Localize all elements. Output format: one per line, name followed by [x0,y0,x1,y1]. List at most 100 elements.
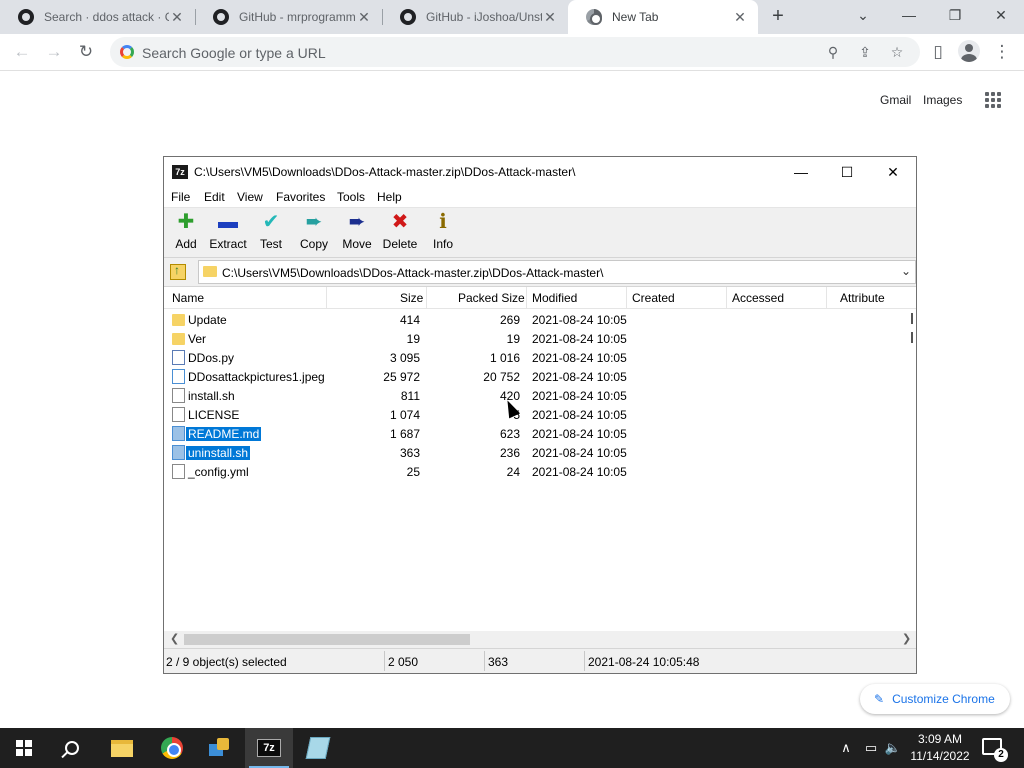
taskbar-7zip[interactable]: 7z [245,728,293,768]
status-packed-size: 363 [488,655,509,669]
extract-button[interactable]: ▬ Extract [206,210,250,256]
scroll-left-icon[interactable]: ❮ [170,632,179,645]
tab-search-dropdown-icon[interactable]: ⌄ [840,0,886,30]
start-button[interactable] [0,728,48,768]
table-row[interactable]: LICENSE 1 074 5 2021-08-24 10:05 [164,405,916,424]
chrome-icon [586,9,602,25]
minimize-button[interactable]: — [886,0,932,30]
minimize-button[interactable]: — [778,157,824,187]
sevenzip-toolbar: ✚ Add ▬ Extract ✔ Test ➨ Copy ➨ Move ✖ D… [164,208,916,258]
chrome-menu-icon[interactable]: ⋮ [990,40,1014,64]
close-icon[interactable]: ✕ [169,9,185,26]
close-window-button[interactable]: ✕ [978,0,1024,30]
tab-title: Search · ddos attack · G [44,10,169,24]
column-packed-size[interactable]: Packed Size [458,291,525,305]
table-row[interactable]: Update 414 269 2021-08-24 10:05 [164,310,916,329]
share-icon[interactable]: ⇪ [854,41,876,63]
scroll-right-icon[interactable]: ❯ [902,632,911,645]
tab-search-ddos[interactable]: Search · ddos attack · G ✕ [0,0,195,34]
file-list[interactable]: Name Size Packed Size Modified Created A… [164,286,916,631]
system-clock[interactable]: 3:09 AM 11/14/2022 [905,731,975,765]
profile-avatar[interactable] [958,40,980,62]
omnibox[interactable]: Search Google or type a URL ⚲ ⇪ ☆ [110,37,920,67]
forward-button[interactable]: → [42,40,66,64]
up-folder-icon[interactable] [170,263,186,280]
move-label: Move [342,237,372,251]
file-packed-size: 623 [499,427,520,441]
info-button[interactable]: ℹ Info [421,210,465,256]
taskbar-file-explorer[interactable] [98,728,146,768]
file-modified: 2021-08-24 10:05 [532,465,627,479]
column-accessed[interactable]: Accessed [732,291,784,305]
volume-icon[interactable]: 🔈 [882,728,904,768]
google-icon [120,45,134,59]
table-row-selected[interactable]: uninstall.sh 363 236 2021-08-24 10:05 [164,443,916,462]
path-combobox[interactable]: C:\Users\VM5\Downloads\DDos-Attack-maste… [198,260,916,284]
file-modified: 2021-08-24 10:05 [532,332,627,346]
extract-label: Extract [209,237,247,251]
menu-favorites[interactable]: Favorites [276,190,325,204]
horizontal-scrollbar[interactable]: ❮ ❯ [164,631,916,648]
reload-button[interactable]: ↻ [74,40,98,64]
zoom-icon[interactable]: ⚲ [822,41,844,63]
add-button[interactable]: ✚ Add [164,210,208,256]
table-row[interactable]: DDosattackpictures1.jpeg 25 972 20 752 2… [164,367,916,386]
column-created[interactable]: Created [632,291,675,305]
table-row[interactable]: install.sh 811 420 2021-08-24 10:05 [164,386,916,405]
column-size[interactable]: Size [400,291,423,305]
gmail-link[interactable]: Gmail [880,93,911,107]
folder-icon [203,266,217,277]
show-hidden-icons-chevron[interactable]: ∧ [836,728,856,768]
scrollbar-thumb[interactable] [184,634,470,645]
taskbar-search-button[interactable] [48,728,96,768]
column-modified[interactable]: Modified [532,291,577,305]
test-button[interactable]: ✔ Test [249,210,293,256]
menu-edit[interactable]: Edit [204,190,225,204]
pencil-icon: ✎ [874,692,885,706]
chevron-down-icon[interactable]: ⌄ [901,264,911,278]
close-icon[interactable]: ✕ [356,9,372,26]
menu-help[interactable]: Help [377,190,402,204]
taskbar-chrome[interactable] [148,728,196,768]
copy-button[interactable]: ➨ Copy [292,210,336,256]
tab-title: New Tab [612,10,659,24]
tab-github-mrprogramm[interactable]: GitHub - mrprogramm ✕ [195,0,382,34]
menu-tools[interactable]: Tools [337,190,365,204]
taskbar-tools-app[interactable] [196,728,244,768]
notepad-icon [305,737,331,759]
tab-new-tab[interactable]: New Tab ✕ [568,0,758,34]
new-tab-button[interactable]: + [766,5,790,29]
table-row[interactable]: _config.yml 25 24 2021-08-24 10:05 [164,462,916,481]
taskbar-notes-app[interactable] [294,728,342,768]
delete-button[interactable]: ✖ Delete [378,210,422,256]
close-icon[interactable]: ✕ [542,9,558,26]
bookmark-star-icon[interactable]: ☆ [886,41,908,63]
back-button[interactable]: ← [10,40,34,64]
close-button[interactable]: ✕ [870,157,916,187]
omnibox-placeholder: Search Google or type a URL [142,45,326,61]
github-icon [18,9,34,25]
tab-title: GitHub - mrprogramm [239,10,356,24]
customize-chrome-button[interactable]: ✎ Customize Chrome [860,684,1010,714]
file-packed-size: 20 752 [483,370,520,384]
table-row[interactable]: DDos.py 3 095 1 016 2021-08-24 10:05 [164,348,916,367]
restore-button[interactable]: ❐ [932,0,978,30]
menu-file[interactable]: File [171,190,190,204]
maximize-button[interactable]: ☐ [824,157,870,187]
status-modified: 2021-08-24 10:05:48 [588,655,700,669]
move-button[interactable]: ➨ Move [335,210,379,256]
side-panel-icon[interactable]: ▯ [926,40,950,64]
tab-github-ijoshoa[interactable]: GitHub - iJoshoa/Unst ✕ [382,0,568,34]
network-icon[interactable]: ▭ [860,728,882,768]
file-modified: 2021-08-24 10:05 [532,427,627,441]
close-icon[interactable]: ✕ [732,9,748,26]
column-attribute[interactable]: Attribute [840,291,885,305]
images-link[interactable]: Images [923,93,962,107]
google-apps-icon[interactable] [985,92,1001,108]
table-row[interactable]: Ver 19 19 2021-08-24 10:05 [164,329,916,348]
table-row-selected[interactable]: README.md 1 687 623 2021-08-24 10:05 [164,424,916,443]
image-file-icon [172,369,185,384]
menu-view[interactable]: View [237,190,263,204]
column-name[interactable]: Name [172,291,204,305]
sevenzip-titlebar[interactable]: 7z C:\Users\VM5\Downloads\DDos-Attack-ma… [164,157,916,187]
